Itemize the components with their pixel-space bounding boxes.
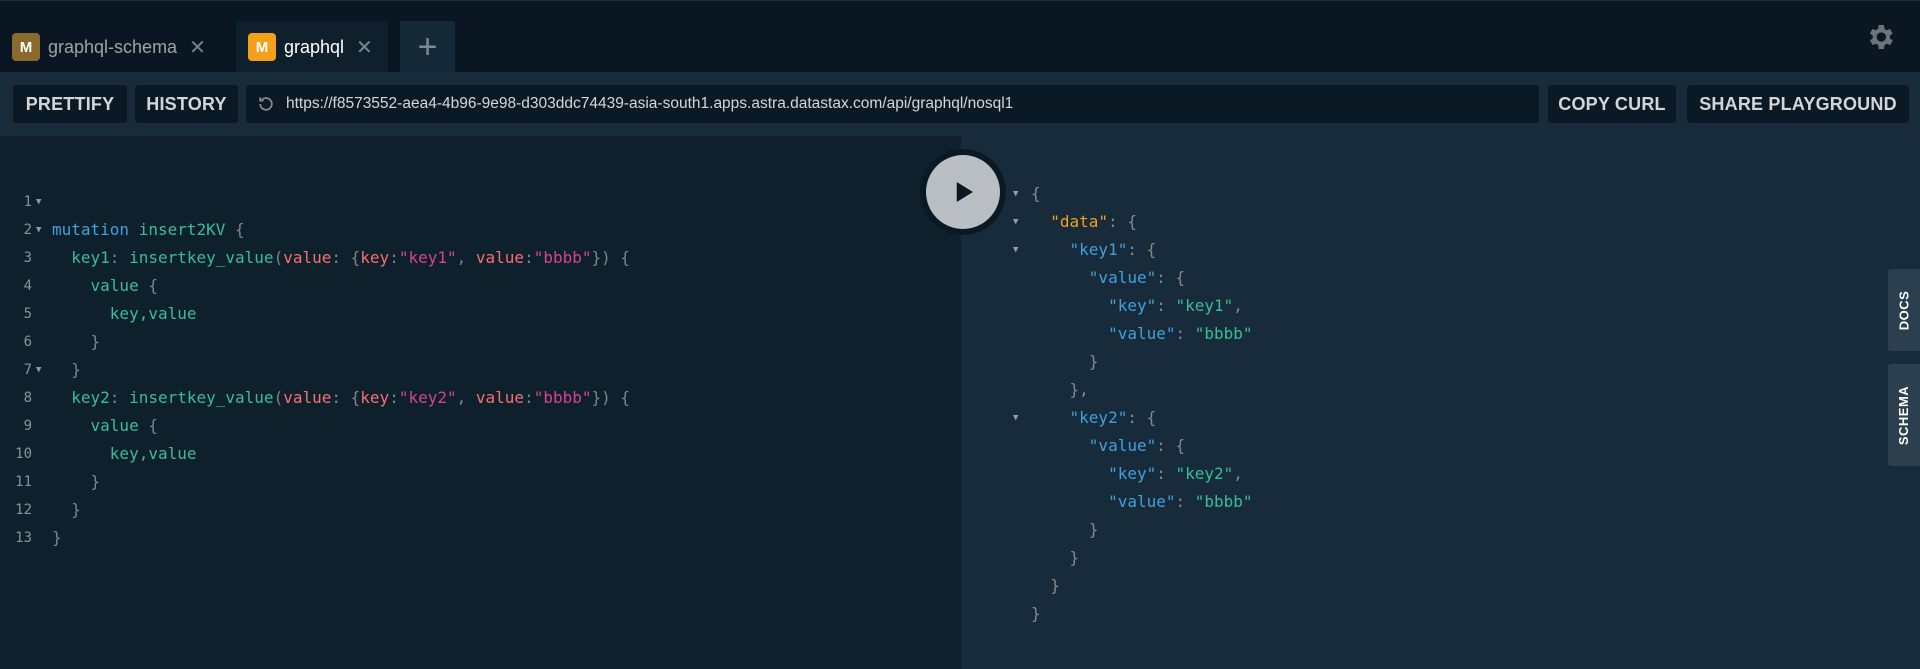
result-line: "value": "bbbb" [1108,324,1253,343]
result-line: ▼{ [1013,184,1041,203]
code-line: 6 } [23,334,81,379]
result-line: "value": "bbbb" [1108,492,1253,511]
code-line: 12 } [15,502,62,547]
code-line: 11 } [15,474,81,519]
close-icon[interactable]: ✕ [356,35,373,60]
share-playground-button[interactable]: SHARE PLAYGROUND [1687,85,1909,123]
result-line: ▼ "data": { [1013,212,1137,231]
result-line: ▼ "key2": { [1013,408,1157,427]
endpoint-url-field[interactable]: https://f8573552-aea4-4b96-9e98-d303ddc7… [246,85,1539,123]
result-line: "key": "key1", [1108,296,1243,315]
run-query-button[interactable] [920,149,1006,235]
reload-icon[interactable] [256,94,276,114]
result-line: "value": { [1088,268,1186,287]
gear-icon[interactable] [1864,21,1896,53]
docs-tab[interactable]: DOCS [1888,269,1920,351]
tab-badge: M [12,33,40,61]
result-line: "key": "key2", [1108,464,1243,483]
result-line: } [1031,548,1080,567]
prettify-button[interactable]: PRETTIFY [13,85,127,123]
query-editor[interactable]: 1 ▼ mutation insert2KV { 2 ▼ key1: insertk… [0,136,961,669]
tab-graphql[interactable]: M graphql ✕ [236,21,388,73]
result-line: "value": { [1088,436,1186,455]
result-line: }, [1031,380,1089,399]
result-line: } [1031,520,1099,539]
play-icon [926,155,1000,229]
result-line: } [1031,576,1060,595]
schema-tab[interactable]: SCHEMA [1888,364,1920,466]
result-line: } [1031,604,1041,623]
toolbar: PRETTIFY HISTORY https://f8573552-aea4-4… [0,72,1920,136]
tab-graphql-schema[interactable]: M graphql-schema ✕ [0,21,220,73]
tab-label: graphql [284,36,345,57]
code-line: 2 ▼ key1: insertkey_value(value: {key:"ke… [23,222,631,267]
tab-label: graphql-schema [48,36,178,57]
endpoint-url: https://f8573552-aea4-4b96-9e98-d303ddc7… [286,95,1014,112]
code-line: 10 } [15,446,101,491]
history-button[interactable]: HISTORY [135,85,238,123]
result-viewer: ▼{ ▼ "data": { ▼ "key1": { "value": { "k… [961,136,1920,669]
code-line: 5 } [23,306,101,351]
copy-curl-button[interactable]: COPY CURL [1548,85,1676,123]
code-line: 8 value { [23,390,158,435]
code-line: 7 ▼ key2: insertkey_value(value: {key:"ke… [23,362,631,407]
code-line: 9 key,value [23,418,197,463]
tab-badge: M [248,33,276,61]
code-line: 13 [15,530,32,546]
close-icon[interactable]: ✕ [189,35,206,60]
tab-bar: M graphql-schema ✕ M graphql ✕ + [0,0,1920,73]
code-line: 4 key,value [23,278,197,323]
add-tab-button[interactable]: + [400,21,455,73]
result-line: } [1031,352,1099,371]
code-line: 3 value { [23,250,158,295]
result-line: ▼ "key1": { [1013,240,1157,259]
code-line: 1 ▼ mutation insert2KV { [23,194,245,239]
